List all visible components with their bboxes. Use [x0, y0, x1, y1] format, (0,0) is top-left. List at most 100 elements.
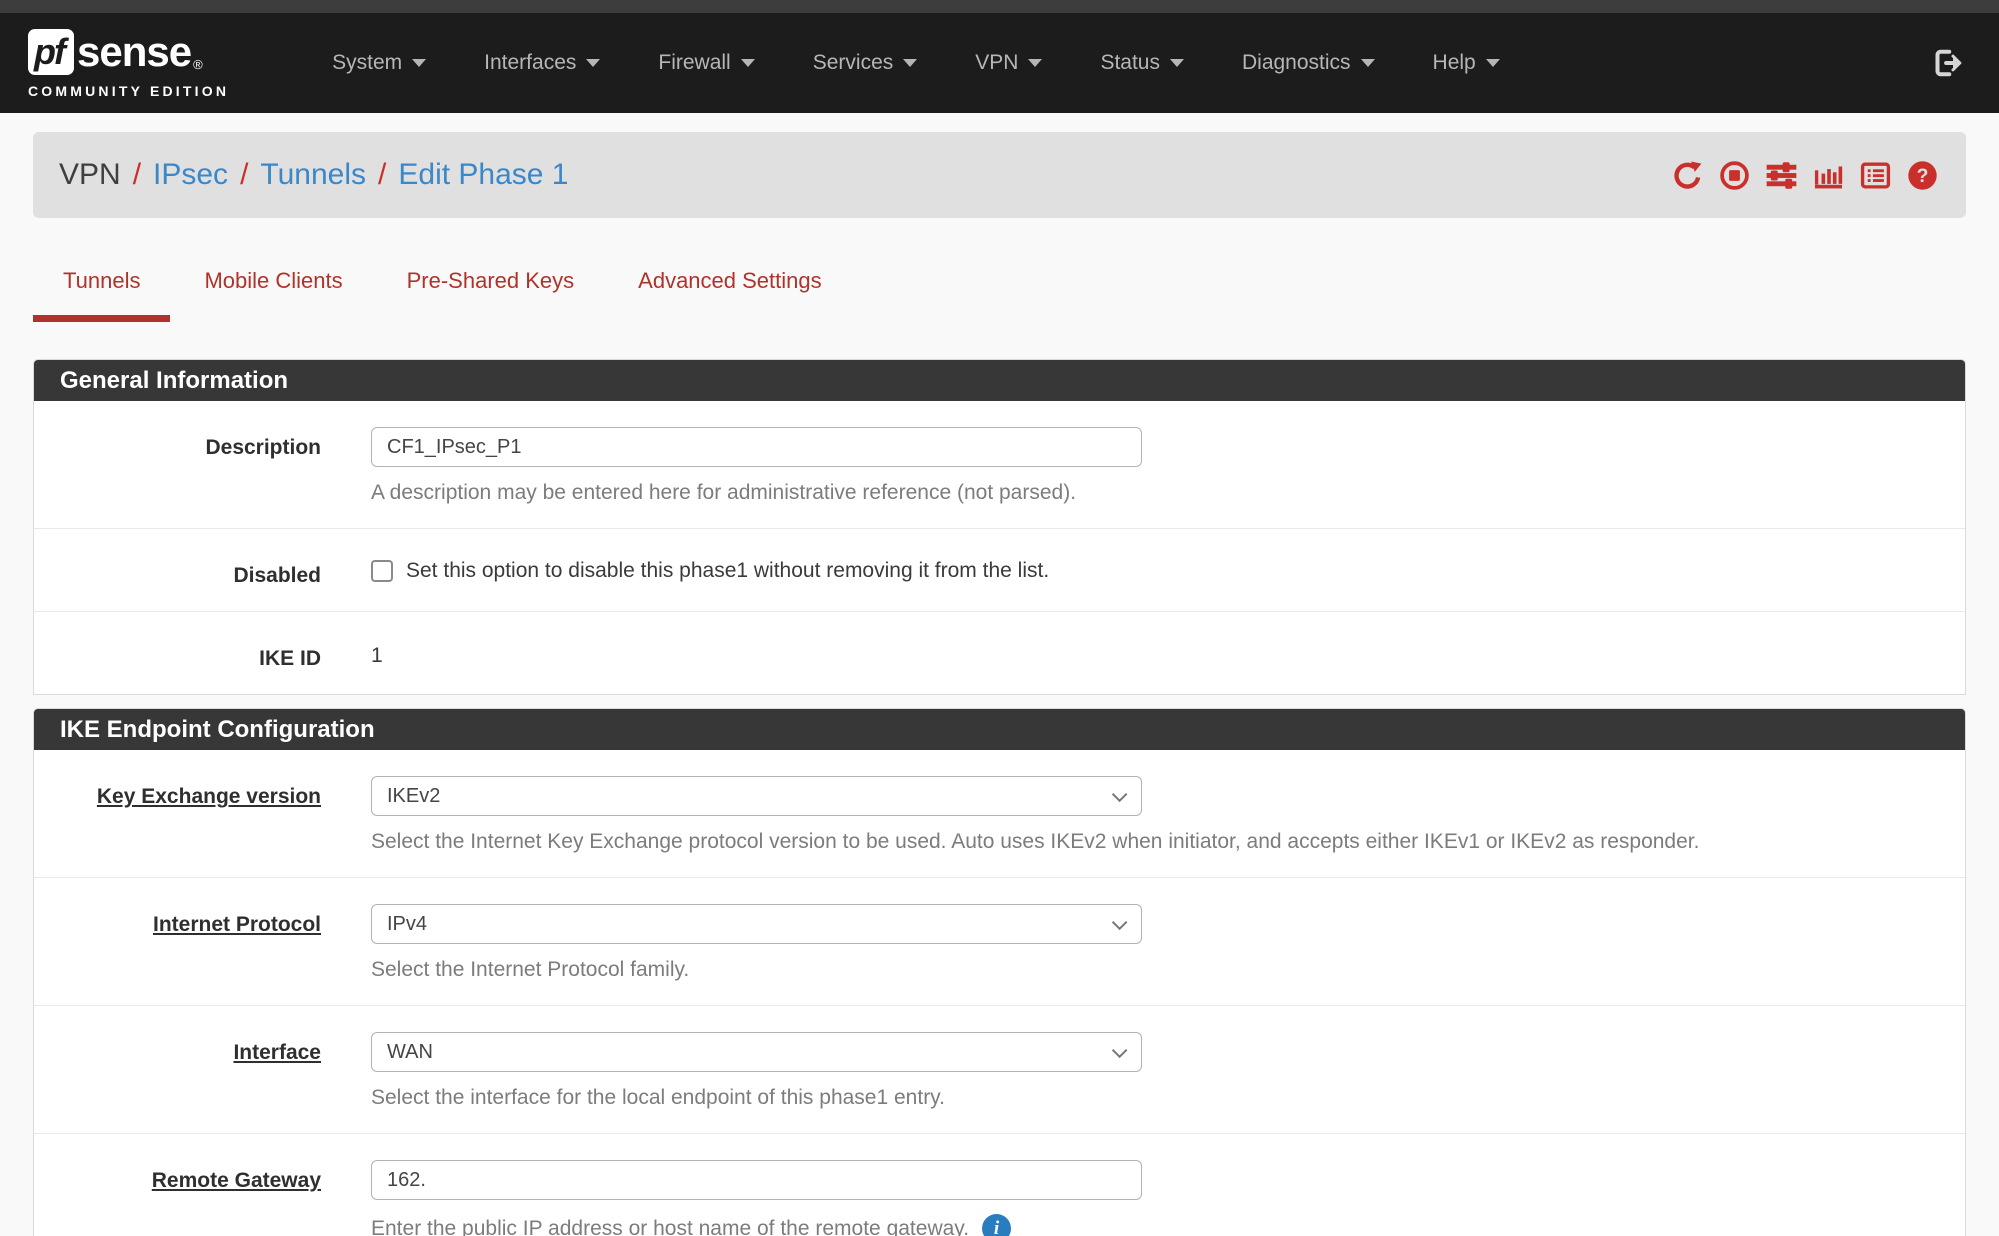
description-input[interactable]	[371, 427, 1142, 467]
stop-circle-icon[interactable]	[1719, 160, 1750, 191]
caret-down-icon	[1486, 59, 1500, 67]
ipsec-tabs: Tunnels Mobile Clients Pre-Shared Keys A…	[33, 268, 1999, 322]
tab-mobile-clients[interactable]: Mobile Clients	[174, 268, 372, 322]
field-control: Set this option to disable this phase1 w…	[371, 555, 1945, 588]
caret-down-icon	[586, 59, 600, 67]
breadcrumb-link-tunnels[interactable]: Tunnels	[260, 158, 366, 192]
internet-protocol-select[interactable]: IPv4	[371, 904, 1142, 944]
nav-item-diagnostics[interactable]: Diagnostics	[1213, 37, 1404, 89]
field-label: Internet Protocol	[34, 904, 371, 982]
sign-out-icon[interactable]	[1933, 48, 1963, 78]
remote-gateway-input[interactable]	[371, 1160, 1142, 1200]
nav-right	[1933, 48, 1963, 78]
breadcrumb-current-edit-phase-1: Edit Phase 1	[398, 158, 568, 192]
tab-pre-shared-keys[interactable]: Pre-Shared Keys	[377, 268, 605, 322]
tab-tunnels[interactable]: Tunnels	[33, 268, 170, 322]
sense-logo-text: sense	[77, 28, 191, 76]
nav-item-label: Services	[813, 51, 894, 75]
pfsense-logo[interactable]: pf sense ® COMMUNITY EDITION	[28, 28, 229, 99]
checkbox-text: Set this option to disable this phase1 w…	[406, 559, 1049, 583]
field-control: IPv4 Select the Internet Protocol family…	[371, 904, 1945, 982]
field-help: Select the Internet Protocol family.	[371, 958, 1945, 982]
panel-heading: General Information	[34, 360, 1965, 401]
nav-item-label: Help	[1433, 51, 1476, 75]
field-label: Disabled	[34, 555, 371, 588]
panel-heading: IKE Endpoint Configuration	[34, 709, 1965, 750]
nav-item-label: Firewall	[658, 51, 730, 75]
nav-item-system[interactable]: System	[303, 37, 455, 89]
window-top-strip	[0, 0, 1999, 13]
field-label: IKE ID	[34, 638, 371, 671]
refresh-icon[interactable]	[1672, 160, 1703, 191]
breadcrumb-root: VPN	[59, 158, 121, 192]
field-control: A description may be entered here for ad…	[371, 427, 1945, 505]
pf-logo-box: pf	[28, 29, 74, 75]
sliders-icon[interactable]	[1766, 160, 1797, 191]
page-header-bar: VPN / IPsec / Tunnels / Edit Phase 1	[33, 132, 1966, 218]
pf-logo-text: pf	[34, 31, 68, 73]
nav-item-interfaces[interactable]: Interfaces	[455, 37, 629, 89]
nav-item-firewall[interactable]: Firewall	[629, 37, 783, 89]
form-row-ike-id: IKE ID 1	[34, 611, 1965, 694]
select-value: IPv4	[387, 913, 427, 936]
caret-down-icon	[412, 59, 426, 67]
nav-item-help[interactable]: Help	[1404, 37, 1529, 89]
community-edition-label: COMMUNITY EDITION	[28, 83, 229, 99]
field-control: 1	[371, 638, 1945, 671]
header-action-icons: ?	[1672, 160, 1938, 191]
pfsense-logo-row: pf sense ®	[28, 28, 229, 76]
form-row-internet-protocol: Internet Protocol IPv4 Select the Intern…	[34, 877, 1965, 1005]
list-icon[interactable]	[1860, 160, 1891, 191]
nav-item-vpn[interactable]: VPN	[946, 37, 1071, 89]
ike-id-value: 1	[371, 638, 1945, 668]
svg-text:?: ?	[1917, 164, 1929, 186]
field-help: A description may be entered here for ad…	[371, 481, 1945, 505]
field-help: Enter the public IP address or host name…	[371, 1214, 1945, 1236]
registered-mark: ®	[193, 57, 203, 72]
caret-down-icon	[1361, 59, 1375, 67]
panel-ike-endpoint-configuration: IKE Endpoint Configuration Key Exchange …	[33, 708, 1966, 1236]
breadcrumb-separator: /	[240, 158, 248, 192]
disabled-checkbox[interactable]	[371, 560, 393, 582]
tab-advanced-settings[interactable]: Advanced Settings	[608, 268, 851, 322]
help-text: Enter the public IP address or host name…	[371, 1217, 969, 1236]
interface-select[interactable]: WAN	[371, 1032, 1142, 1072]
nav-menu: System Interfaces Firewall Services VPN …	[303, 37, 1529, 89]
field-label: Interface	[34, 1032, 371, 1110]
nav-item-status[interactable]: Status	[1071, 37, 1213, 89]
panel-general-information: General Information Description A descri…	[33, 359, 1966, 695]
caret-down-icon	[903, 59, 917, 67]
field-label: Remote Gateway	[34, 1160, 371, 1236]
nav-item-label: Status	[1100, 51, 1160, 75]
form-row-interface: Interface WAN Select the interface for t…	[34, 1005, 1965, 1133]
breadcrumb-separator: /	[378, 158, 386, 192]
info-icon[interactable]: i	[982, 1214, 1011, 1236]
field-label: Description	[34, 427, 371, 505]
main-navbar: pf sense ® COMMUNITY EDITION System Inte…	[0, 13, 1999, 113]
chevron-down-icon	[1112, 1042, 1128, 1058]
form-row-disabled: Disabled Set this option to disable this…	[34, 528, 1965, 611]
chevron-down-icon	[1112, 786, 1128, 802]
checkbox-line: Set this option to disable this phase1 w…	[371, 555, 1945, 583]
caret-down-icon	[1028, 59, 1042, 67]
form-row-remote-gateway: Remote Gateway Enter the public IP addre…	[34, 1133, 1965, 1236]
select-value: IKEv2	[387, 785, 440, 808]
field-control: Enter the public IP address or host name…	[371, 1160, 1945, 1236]
help-icon[interactable]: ?	[1907, 160, 1938, 191]
field-help: Select the interface for the local endpo…	[371, 1086, 1945, 1110]
nav-item-label: VPN	[975, 51, 1018, 75]
bar-chart-icon[interactable]	[1813, 160, 1844, 191]
field-control: WAN Select the interface for the local e…	[371, 1032, 1945, 1110]
form-row-key-exchange-version: Key Exchange version IKEv2 Select the In…	[34, 750, 1965, 877]
select-value: WAN	[387, 1041, 433, 1064]
form-row-description: Description A description may be entered…	[34, 401, 1965, 528]
chevron-down-icon	[1112, 914, 1128, 930]
field-control: IKEv2 Select the Internet Key Exchange p…	[371, 776, 1945, 854]
breadcrumb-link-ipsec[interactable]: IPsec	[153, 158, 228, 192]
nav-item-label: Diagnostics	[1242, 51, 1351, 75]
key-exchange-version-select[interactable]: IKEv2	[371, 776, 1142, 816]
caret-down-icon	[741, 59, 755, 67]
nav-item-services[interactable]: Services	[784, 37, 947, 89]
breadcrumb-separator: /	[133, 158, 141, 192]
field-label: Key Exchange version	[34, 776, 371, 854]
